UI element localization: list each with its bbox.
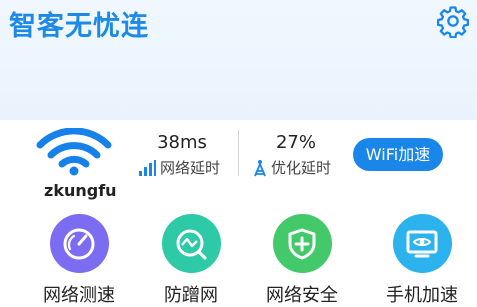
tool-speed-test[interactable]: 网络测速 <box>29 214 129 307</box>
speed-test-icon-bg <box>49 214 109 273</box>
monitor-eye-icon <box>406 230 438 257</box>
wifi-ssid: zkungfu <box>44 181 117 200</box>
latency-value: 38ms <box>157 132 207 153</box>
optimize-label-group: 优化延时 <box>253 157 331 178</box>
phone-boost-icon-bg <box>392 214 452 273</box>
network-monitor-icon <box>176 229 207 260</box>
wifi-signal-icon <box>36 128 112 176</box>
latency-label-group: 网络延时 <box>138 157 220 178</box>
anti-freeloader-icon-bg <box>161 214 221 273</box>
tool-phone-boost[interactable]: 手机加速 <box>372 214 472 307</box>
tool-label: 网络测速 <box>43 285 115 306</box>
optimize-value: 27% <box>275 132 316 153</box>
tool-anti-freeloader[interactable]: 防蹭网 <box>141 214 241 307</box>
tool-label: 手机加速 <box>386 285 458 306</box>
shield-plus-icon <box>288 228 316 259</box>
signal-bars-icon <box>139 159 156 176</box>
tool-network-security[interactable]: 网络安全 <box>252 214 352 307</box>
latency-label: 网络延时 <box>160 159 221 177</box>
optimize-label: 优化延时 <box>271 159 332 177</box>
metrics-divider <box>238 130 239 176</box>
tool-label: 网络安全 <box>266 285 338 306</box>
tool-label: 防蹭网 <box>164 285 218 306</box>
wifi-boost-button[interactable]: WiFi加速 <box>353 138 443 171</box>
speedometer-icon <box>63 228 95 259</box>
antenna-tower-icon <box>254 159 266 176</box>
network-security-icon-bg <box>272 214 332 273</box>
settings-gear-icon[interactable] <box>436 4 470 38</box>
app-title: 智客无忧连 <box>9 11 149 42</box>
